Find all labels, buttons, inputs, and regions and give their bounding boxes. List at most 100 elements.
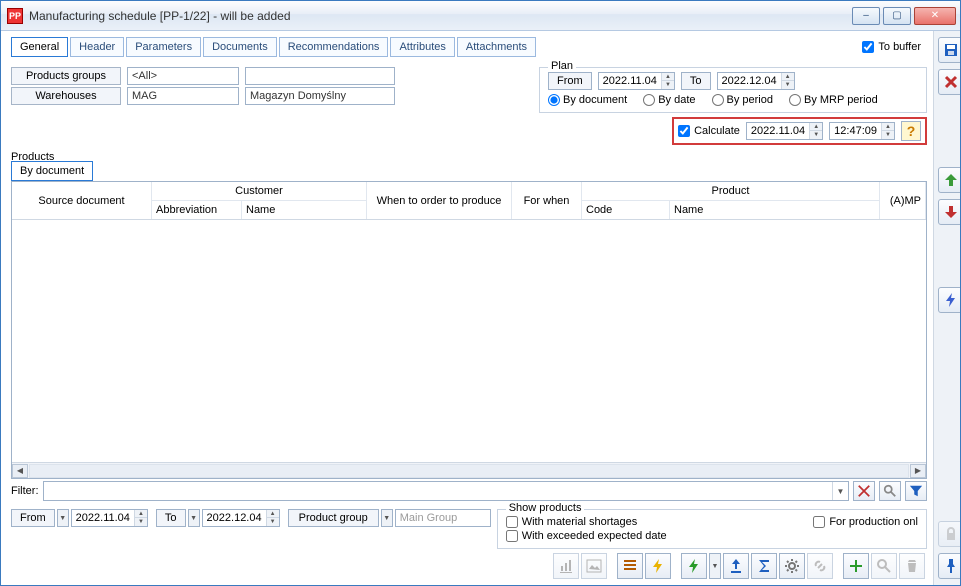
horizontal-scrollbar[interactable]: ◀ ▶: [12, 462, 926, 478]
spinner-down-icon[interactable]: ▼: [135, 518, 147, 526]
plan-from-button[interactable]: From: [548, 72, 592, 90]
warehouses-name-field[interactable]: Magazyn Domyślny: [245, 87, 395, 105]
plan-from-date[interactable]: 2022.11.04 ▲▼: [598, 72, 675, 90]
spinner-up-icon[interactable]: ▲: [810, 123, 822, 131]
radio-by-date[interactable]: By date: [643, 94, 695, 106]
scroll-right-icon[interactable]: ▶: [910, 464, 926, 478]
chevron-down-icon[interactable]: ▼: [832, 482, 848, 500]
radio-by-mrp-period[interactable]: By MRP period: [789, 94, 878, 106]
product-group-button[interactable]: Product group: [288, 509, 379, 527]
spinner-up-icon[interactable]: ▲: [782, 73, 794, 81]
spinner-down-icon[interactable]: ▼: [782, 81, 794, 89]
calculate-time[interactable]: 12:47:09 ▲▼: [829, 122, 895, 140]
box-up-icon[interactable]: [938, 167, 961, 193]
spinner-down-icon[interactable]: ▼: [662, 81, 674, 89]
show-products-group: Show products With material shortages Wi…: [497, 509, 927, 549]
col-for-when[interactable]: For when: [512, 182, 582, 219]
chk-exceeded-date[interactable]: With exceeded expected date: [506, 530, 667, 542]
colgroup-customer[interactable]: Customer: [152, 182, 367, 201]
col-customer-abbrev[interactable]: Abbreviation: [152, 201, 242, 219]
bottom-from-date[interactable]: 2022.11.04 ▲▼: [71, 509, 148, 527]
chevron-down-icon[interactable]: ▼: [57, 509, 69, 527]
warehouses-code-field[interactable]: MAG: [127, 87, 239, 105]
show-products-legend: Show products: [506, 502, 585, 514]
close-button[interactable]: ✕: [914, 7, 956, 25]
bottom-to-button[interactable]: To: [156, 509, 186, 527]
col-amp[interactable]: (A)MP: [880, 182, 926, 219]
filter-combo[interactable]: ▼: [43, 481, 850, 501]
tab-recommendations[interactable]: Recommendations: [279, 37, 389, 57]
spinner-up-icon[interactable]: ▲: [882, 123, 894, 131]
radio-by-document[interactable]: By document: [548, 94, 627, 106]
maximize-button[interactable]: ▢: [883, 7, 911, 25]
spinner-up-icon[interactable]: ▲: [135, 510, 147, 518]
bottom-from-button[interactable]: From: [11, 509, 55, 527]
spinner-down-icon[interactable]: ▼: [882, 131, 894, 139]
right-toolbar: [933, 31, 960, 585]
colgroup-product[interactable]: Product: [582, 182, 880, 201]
lightning-yellow-icon[interactable]: [645, 553, 671, 579]
list-icon[interactable]: [617, 553, 643, 579]
calculate-date[interactable]: 2022.11.04 ▲▼: [746, 122, 823, 140]
spinner-up-icon[interactable]: ▲: [662, 73, 674, 81]
calculate-bar: Calculate 2022.11.04 ▲▼ 12:47:09 ▲▼ ?: [672, 117, 927, 145]
radio-by-period[interactable]: By period: [712, 94, 773, 106]
grid-body[interactable]: [12, 220, 926, 462]
to-buffer-label: To buffer: [878, 41, 921, 53]
tab-attributes[interactable]: Attributes: [390, 37, 454, 57]
cancel-icon[interactable]: [938, 69, 961, 95]
box-down-icon[interactable]: [938, 199, 961, 225]
subtab-by-document[interactable]: By document: [11, 161, 93, 181]
help-icon[interactable]: ?: [901, 121, 921, 141]
products-groups-field[interactable]: <All>: [127, 67, 239, 85]
col-when-to-order[interactable]: When to order to produce: [367, 182, 512, 219]
spinner-down-icon[interactable]: ▼: [810, 131, 822, 139]
tab-general[interactable]: General: [11, 37, 68, 57]
chk-material-shortages[interactable]: With material shortages: [506, 516, 667, 528]
minimize-button[interactable]: –: [852, 7, 880, 25]
bottom-to-date[interactable]: 2022.12.04 ▲▼: [202, 509, 280, 527]
col-product-name[interactable]: Name: [670, 201, 880, 219]
products-heading: Products: [11, 151, 927, 163]
plan-to-date[interactable]: 2022.12.04 ▲▼: [717, 72, 795, 90]
products-groups-button[interactable]: Products groups: [11, 67, 121, 85]
export-icon[interactable]: [723, 553, 749, 579]
lock-icon: [938, 521, 961, 547]
col-product-code[interactable]: Code: [582, 201, 670, 219]
gear-icon[interactable]: [779, 553, 805, 579]
col-source-document[interactable]: Source document: [12, 182, 152, 219]
lightning-green-icon[interactable]: [681, 553, 707, 579]
filter-settings-button[interactable]: [879, 481, 901, 501]
calculate-checkbox[interactable]: Calculate: [678, 125, 740, 137]
products-groups-name-field[interactable]: [245, 67, 395, 85]
add-icon[interactable]: [843, 553, 869, 579]
spinner-up-icon[interactable]: ▲: [267, 510, 279, 518]
grid-header: Source document Customer When to order t…: [12, 182, 926, 220]
sigma-icon[interactable]: [751, 553, 777, 579]
product-group-field[interactable]: Main Group: [395, 509, 491, 527]
chk-for-production-only[interactable]: For production onl: [813, 516, 918, 528]
scroll-left-icon[interactable]: ◀: [12, 464, 28, 478]
pin-icon[interactable]: [938, 553, 961, 579]
scroll-track[interactable]: [29, 464, 909, 478]
chevron-down-icon[interactable]: ▼: [709, 553, 721, 579]
trash-icon: [899, 553, 925, 579]
warehouses-button[interactable]: Warehouses: [11, 87, 121, 105]
col-customer-name[interactable]: Name: [242, 201, 367, 219]
tab-parameters[interactable]: Parameters: [126, 37, 201, 57]
save-icon[interactable]: [938, 37, 961, 63]
chevron-down-icon[interactable]: ▼: [188, 509, 200, 527]
spinner-down-icon[interactable]: ▼: [267, 518, 279, 526]
bottom-toolbar: ▼: [11, 553, 927, 579]
tab-attachments[interactable]: Attachments: [457, 37, 536, 57]
chevron-down-icon[interactable]: ▼: [381, 509, 393, 527]
to-buffer-input[interactable]: [862, 41, 874, 53]
lightning-blue-icon[interactable]: [938, 287, 961, 313]
filter-clear-button[interactable]: [853, 481, 875, 501]
plan-to-button[interactable]: To: [681, 72, 711, 90]
tab-documents[interactable]: Documents: [203, 37, 277, 57]
to-buffer-checkbox[interactable]: To buffer: [862, 41, 927, 53]
app-window: PP Manufacturing schedule [PP-1/22] - wi…: [0, 0, 961, 586]
tab-header[interactable]: Header: [70, 37, 124, 57]
filter-apply-button[interactable]: [905, 481, 927, 501]
